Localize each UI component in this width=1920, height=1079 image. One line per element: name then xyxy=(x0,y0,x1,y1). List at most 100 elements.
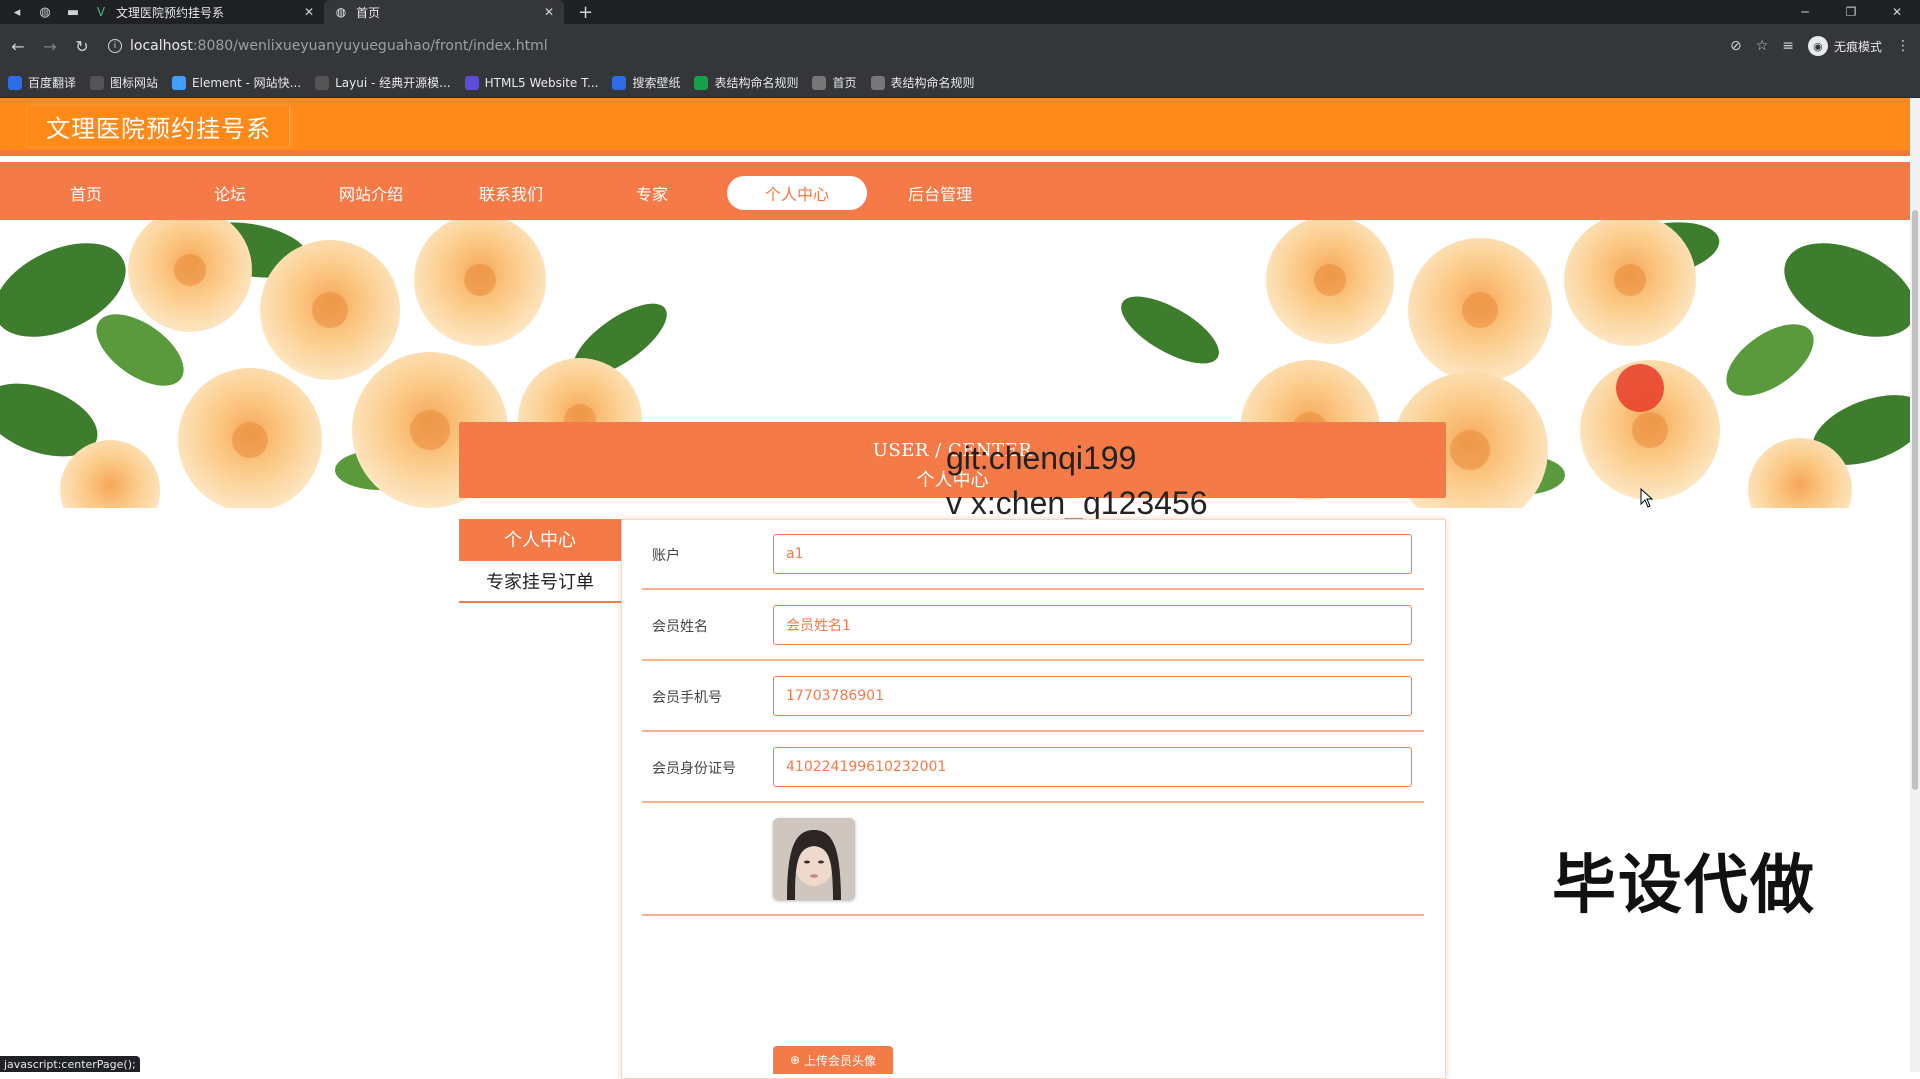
url-path: :8080/wenlixueyuanyuyueguahao/front/inde… xyxy=(192,38,548,54)
url-field[interactable]: i localhost:8080/wenlixueyuanyuyueguahao… xyxy=(108,38,548,54)
baidu-translate-icon xyxy=(8,75,22,90)
nav-user-center[interactable]: 个人中心 xyxy=(727,176,867,210)
reading-list-icon[interactable]: ≡ xyxy=(1782,38,1794,54)
avatar-image xyxy=(773,818,855,900)
tab-title: 文理医院预约挂号系 xyxy=(116,5,225,20)
close-window-icon[interactable]: ✕ xyxy=(1874,0,1920,24)
close-tab-icon[interactable]: ✕ xyxy=(304,5,314,19)
phone-label: 会员手机号 xyxy=(652,690,722,706)
element-icon xyxy=(172,75,187,90)
incognito-icon: ◉ xyxy=(1807,36,1828,56)
sheet-icon xyxy=(694,75,709,90)
form-row-id: 会员身份证号 410224199610232001 xyxy=(642,733,1424,803)
page-scrollbar[interactable] xyxy=(1910,98,1920,1072)
bookmark-item[interactable]: 首页 xyxy=(812,74,857,91)
name-label: 会员姓名 xyxy=(652,619,708,635)
profile-label: 无痕模式 xyxy=(1833,39,1882,54)
bookmark-item[interactable]: Element - 网站快... xyxy=(172,74,301,91)
nav-contact[interactable]: 联系我们 xyxy=(441,176,581,210)
browser-tab-1[interactable]: V 文理医院预约挂号系 ✕ xyxy=(84,0,324,24)
mute-icon[interactable]: ◂ xyxy=(6,0,28,24)
flag-icon xyxy=(90,75,105,90)
layui-icon xyxy=(315,75,330,90)
nav-experts[interactable]: 专家 xyxy=(582,176,722,210)
back-icon[interactable]: ← xyxy=(4,32,32,60)
account-field[interactable]: a1 xyxy=(773,534,1412,574)
form-row-account: 账户 a1 xyxy=(642,520,1424,590)
user-info-form: 账户 a1 会员姓名 会员姓名1 会员手机号 17703786901 会员身份证… xyxy=(621,519,1446,1079)
id-card-field[interactable]: 410224199610232001 xyxy=(773,747,1412,787)
upload-icon: ⊕ xyxy=(789,1053,801,1067)
url-host: localhost xyxy=(130,38,193,54)
eye-off-icon[interactable]: ⊘ xyxy=(1730,38,1742,54)
globe-icon: ◍ xyxy=(335,5,347,19)
wallpaper-icon xyxy=(612,75,627,90)
bookmark-label: 百度翻译 xyxy=(28,76,77,90)
cursor-highlight xyxy=(1616,364,1664,412)
bookmark-label: 首页 xyxy=(832,76,857,90)
bookmark-label: 表结构命名规则 xyxy=(714,76,799,90)
site-info-icon[interactable]: i xyxy=(108,39,122,53)
bookmark-item[interactable]: HTML5 Website T... xyxy=(464,75,599,90)
bookmark-label: Element - 网站快... xyxy=(192,76,302,90)
bookmark-label: HTML5 Website T... xyxy=(484,75,599,90)
phone-field[interactable]: 17703786901 xyxy=(773,676,1412,716)
address-bar: ← → ↻ i localhost:8080/wenlixueyuanyuyue… xyxy=(0,24,1920,68)
globe-icon xyxy=(812,75,827,90)
new-tab-icon[interactable]: + xyxy=(578,2,593,23)
upload-avatar-button[interactable]: ⊕ 上传会员头像 xyxy=(773,1046,893,1074)
side-item-user-center[interactable]: 个人中心 xyxy=(459,519,621,561)
restore-icon[interactable]: ❐ xyxy=(1828,0,1874,24)
html5-icon xyxy=(464,75,479,90)
globe-icon[interactable]: ◍ xyxy=(34,0,56,24)
bookmark-item[interactable]: 搜索壁纸 xyxy=(612,74,680,91)
account-label: 账户 xyxy=(652,548,680,564)
minimize-icon[interactable]: ─ xyxy=(1782,0,1828,24)
address-bar-actions: ⊘ ☆ ≡ ◉ 无痕模式 ⋮ xyxy=(1730,24,1910,68)
close-tab-icon[interactable]: ✕ xyxy=(544,5,554,19)
bookmark-label: 表结构命名规则 xyxy=(890,76,975,90)
nav-forum[interactable]: 论坛 xyxy=(160,176,300,210)
browser-tab-2[interactable]: ◍ 首页 ✕ xyxy=(324,0,564,24)
bookmark-label: 图标网站 xyxy=(110,76,159,90)
reload-icon[interactable]: ↻ xyxy=(68,32,96,60)
form-row-phone: 会员手机号 17703786901 xyxy=(642,662,1424,732)
watermark-wechat: v x:chen_q123456 xyxy=(946,485,1208,521)
avatar[interactable] xyxy=(773,818,855,900)
promo-overlay-text: 毕设代做 xyxy=(1552,849,1816,923)
upload-avatar-label: 上传会员头像 xyxy=(804,1053,877,1068)
bookmark-item[interactable]: 表结构命名规则 xyxy=(694,74,798,91)
bookmark-item[interactable]: 表结构命名规则 xyxy=(870,74,975,91)
nav-admin[interactable]: 后台管理 xyxy=(870,176,1010,210)
profile-button[interactable]: ◉ 无痕模式 xyxy=(1807,36,1882,56)
browser-tab-bar: ◂ ◍ ▬ V 文理医院预约挂号系 ✕ ◍ 首页 ✕ + ─ ❐ ✕ xyxy=(0,0,1920,24)
mouse-cursor-icon xyxy=(1640,488,1654,508)
globe-icon xyxy=(870,75,885,90)
forward-icon[interactable]: → xyxy=(36,32,64,60)
bookmark-item[interactable]: 图标网站 xyxy=(90,74,158,91)
status-bar: javascript:centerPage(); xyxy=(0,1056,140,1072)
vue-icon: V xyxy=(96,5,106,19)
site-nav: 首页 论坛 网站介绍 联系我们 专家 个人中心 后台管理 xyxy=(0,162,1910,220)
bookmark-label: Layui - 经典开源模... xyxy=(335,76,451,90)
watermark-git: git:chenqi199 xyxy=(946,440,1137,476)
bookmark-item[interactable]: Layui - 经典开源模... xyxy=(315,74,451,91)
window-controls: ─ ❐ ✕ xyxy=(1782,0,1920,24)
id-label: 会员身份证号 xyxy=(652,761,736,777)
menu-icon[interactable]: ⋮ xyxy=(1896,38,1910,54)
bookmark-star-icon[interactable]: ☆ xyxy=(1756,38,1769,54)
nav-home[interactable]: 首页 xyxy=(16,176,156,210)
tab-title: 首页 xyxy=(356,5,381,20)
scrollbar-thumb[interactable] xyxy=(1912,210,1918,790)
bookmark-item[interactable]: 百度翻译 xyxy=(8,74,76,91)
bookmarks-bar: 百度翻译 图标网站 Element - 网站快... Layui - 经典开源模...… xyxy=(0,68,1920,98)
form-row-avatar xyxy=(642,804,1424,916)
nav-about[interactable]: 网站介绍 xyxy=(301,176,441,210)
bookmark-label: 搜索壁纸 xyxy=(632,76,681,90)
form-row-name: 会员姓名 会员姓名1 xyxy=(642,591,1424,661)
name-field[interactable]: 会员姓名1 xyxy=(773,605,1412,645)
tab-search-icon[interactable]: ▬ xyxy=(62,0,84,24)
side-item-expert-orders[interactable]: 专家挂号订单 xyxy=(459,561,621,603)
site-title[interactable]: 文理医院预约挂号系 xyxy=(28,106,290,146)
user-side-menu: 个人中心 专家挂号订单 xyxy=(459,519,621,603)
